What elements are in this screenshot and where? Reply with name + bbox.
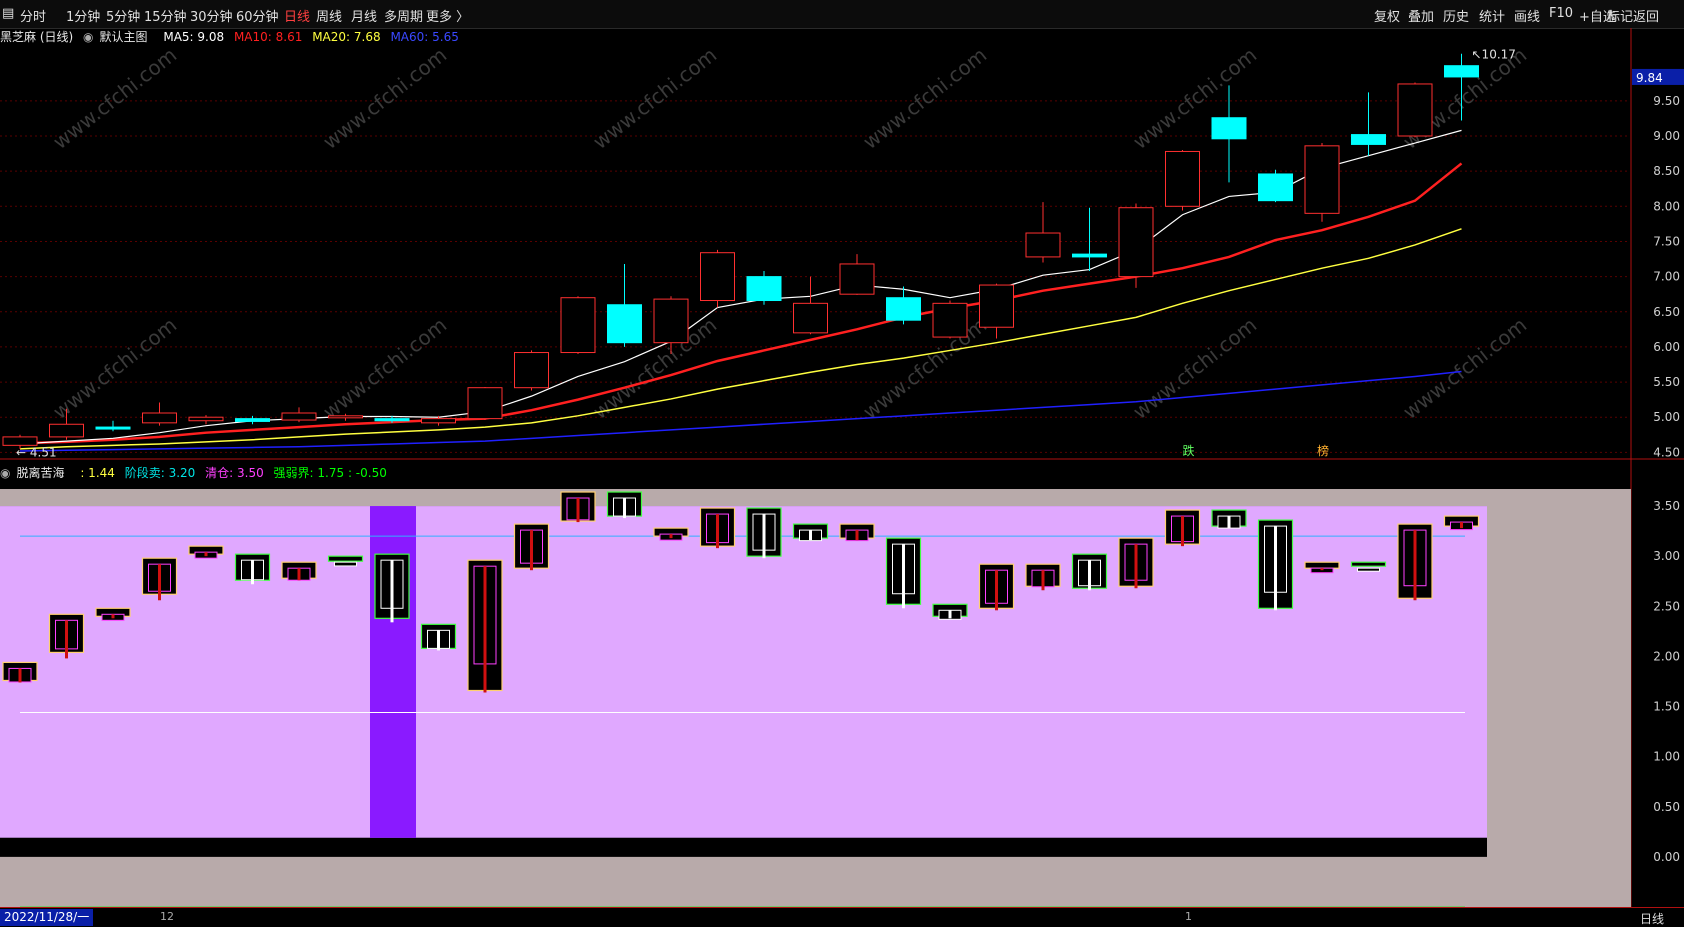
candle-body bbox=[328, 415, 363, 419]
min-price-marker: ← 4.51 bbox=[16, 446, 57, 460]
candle-body bbox=[374, 418, 410, 422]
candle-body bbox=[1304, 145, 1340, 214]
indicator-box bbox=[1350, 561, 1387, 567]
status-bar: 2022/11/28/一 12 1 日线 bbox=[0, 907, 1684, 927]
watermark-text: www.cfchi.com bbox=[318, 43, 451, 154]
candle-body bbox=[95, 426, 131, 430]
max-price-marker: ↖10.17 bbox=[1472, 48, 1516, 62]
indicator-tick-label: 2.50 bbox=[1653, 599, 1680, 613]
indicator-box bbox=[327, 555, 364, 562]
indicator-tick-label: 2.00 bbox=[1653, 649, 1680, 663]
candle-body bbox=[1211, 117, 1247, 140]
watermark-text: www.cfchi.com bbox=[1128, 313, 1261, 424]
chart-tag: 跌 bbox=[1183, 443, 1195, 458]
price-tick-label: 7.00 bbox=[1653, 270, 1680, 284]
price-tick-label: 5.00 bbox=[1653, 410, 1680, 424]
indicator-tick-label: 0.50 bbox=[1653, 800, 1680, 814]
price-tick-label: 8.50 bbox=[1653, 164, 1680, 178]
watermark-text: www.cfchi.com bbox=[588, 43, 721, 154]
candle-body bbox=[1351, 134, 1386, 145]
candle-body bbox=[886, 297, 921, 321]
candle-body bbox=[839, 263, 875, 295]
candle-body bbox=[1025, 232, 1061, 258]
candle-body bbox=[1072, 253, 1107, 258]
candle-body bbox=[653, 298, 689, 344]
candle-body bbox=[188, 416, 224, 422]
watermark-text: www.cfchi.com bbox=[858, 313, 991, 424]
price-tick-label: 5.50 bbox=[1653, 375, 1680, 389]
price-tick-label: 9.50 bbox=[1653, 94, 1680, 108]
candle-body bbox=[932, 302, 968, 338]
indicator-tick-label: 3.00 bbox=[1653, 549, 1680, 563]
price-tick-label: 6.50 bbox=[1653, 305, 1680, 319]
candle-body bbox=[142, 412, 177, 424]
price-tick-label: 8.00 bbox=[1653, 199, 1680, 213]
watermark-text: www.cfchi.com bbox=[318, 313, 451, 424]
watermark-text: www.cfchi.com bbox=[858, 43, 991, 154]
candle-body bbox=[2, 436, 38, 446]
month-tick-label: 1 bbox=[1185, 910, 1192, 923]
black-band bbox=[0, 837, 1487, 857]
candle-body bbox=[700, 252, 735, 302]
price-tick-label: 4.50 bbox=[1653, 445, 1680, 459]
watermark-text: www.cfchi.com bbox=[48, 313, 181, 424]
candle-body bbox=[467, 387, 503, 420]
candle-body bbox=[607, 304, 642, 344]
candle-body bbox=[421, 418, 456, 424]
watermark-text: www.cfchi.com bbox=[1398, 313, 1531, 424]
price-tick-label: 6.00 bbox=[1653, 340, 1680, 354]
indicator-tick-label: 3.50 bbox=[1653, 499, 1680, 513]
indicator-tick-label: 1.00 bbox=[1653, 750, 1680, 764]
candle-body bbox=[746, 276, 782, 302]
top-band bbox=[0, 489, 1487, 507]
indicator-inner bbox=[1357, 567, 1380, 572]
candle-body bbox=[281, 412, 317, 421]
candle-body bbox=[1165, 150, 1200, 207]
candle-body bbox=[1397, 83, 1433, 137]
watermark-text: www.cfchi.com bbox=[48, 43, 181, 154]
candle-body bbox=[1118, 207, 1154, 278]
bottom-band bbox=[0, 856, 1487, 907]
current-price-label: 9.84 bbox=[1636, 71, 1663, 85]
candle-body bbox=[560, 297, 596, 354]
price-tick-label: 7.50 bbox=[1653, 234, 1680, 248]
indicator-inner bbox=[334, 561, 357, 567]
ma60-line bbox=[19, 370, 1462, 452]
month-tick-label: 12 bbox=[160, 910, 174, 923]
period-indicator: 日线 bbox=[1639, 912, 1664, 926]
candle-body bbox=[514, 352, 549, 389]
candle-body bbox=[235, 418, 270, 422]
right-band bbox=[1487, 489, 1631, 907]
candle-body bbox=[793, 302, 828, 334]
indicator-box bbox=[1304, 561, 1340, 569]
chart-tag: 榜 bbox=[1317, 443, 1329, 458]
candle-body bbox=[979, 284, 1014, 328]
candle-body bbox=[1444, 65, 1479, 78]
kline-chart[interactable]: 4.50 5.00 5.50 6.00 6.50 7.00 7.50 8.00 8.50 9.00… bbox=[0, 0, 1684, 907]
cursor-date: 2022/11/28/一 bbox=[0, 909, 94, 926]
price-tick-label: 9.00 bbox=[1653, 129, 1680, 143]
indicator-tick-label: 0.00 bbox=[1653, 850, 1680, 864]
indicator-tick-label: 1.50 bbox=[1653, 700, 1680, 714]
candle-body bbox=[49, 423, 84, 438]
candle-body bbox=[1258, 173, 1293, 202]
